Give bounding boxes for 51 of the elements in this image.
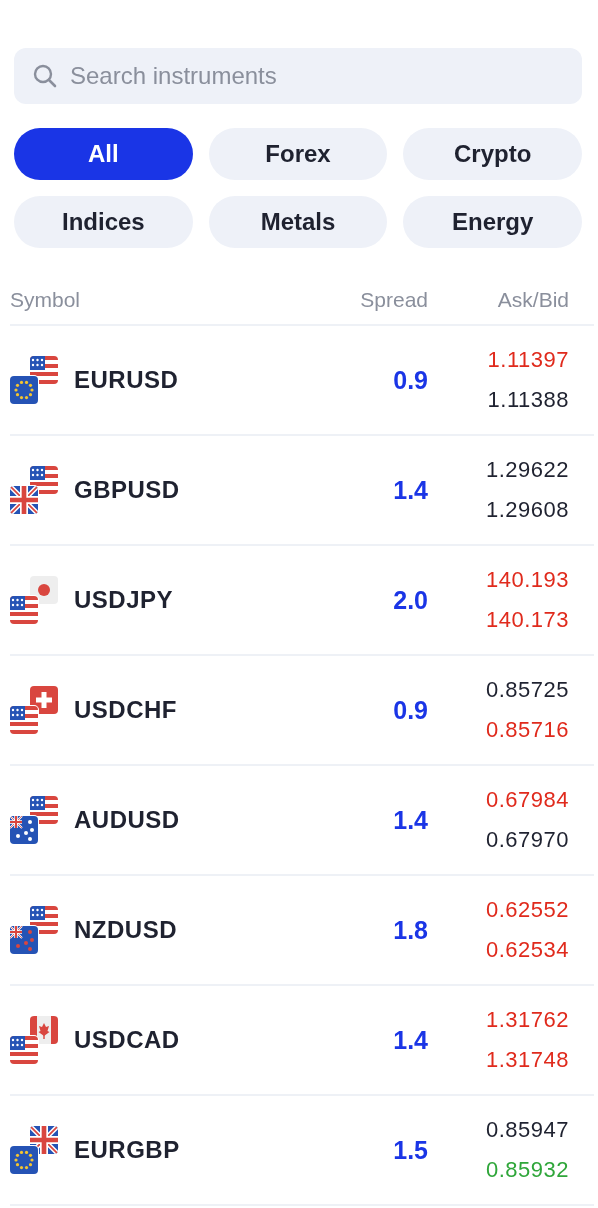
bid-price: 1.31748 (485, 1046, 569, 1074)
filter-tab[interactable]: Energy (403, 196, 582, 248)
bid-price: 140.173 (485, 606, 569, 634)
symbol-name: USDCAD (74, 1026, 180, 1054)
spread-value: 2.0 (392, 585, 428, 615)
ask-price: 1.29622 (485, 456, 569, 484)
filter-tab[interactable]: All (14, 128, 193, 180)
symbol-name: AUDUSD (74, 806, 180, 834)
flags-icon (10, 1126, 58, 1174)
bid-price: 1.29608 (485, 496, 569, 524)
spread-value: 1.4 (392, 1025, 428, 1055)
flags-icon (10, 356, 58, 404)
flags-icon (10, 906, 58, 954)
symbol-name: NZDUSD (74, 916, 177, 944)
bid-price: 0.85932 (485, 1156, 569, 1184)
column-header: Symbol (10, 288, 82, 312)
bid-price: 1.11388 (487, 386, 569, 414)
symbol-name: USDCHF (74, 696, 177, 724)
ask-price: 1.31762 (485, 1006, 569, 1034)
spread-value: 1.4 (392, 805, 428, 835)
filter-tab[interactable]: Indices (14, 196, 193, 248)
flags-icon (10, 1016, 58, 1064)
ask-price: 140.193 (485, 566, 569, 594)
search-icon (32, 63, 58, 89)
search-field[interactable]: Search instruments (14, 48, 582, 104)
bid-price: 0.67970 (485, 826, 569, 854)
flags-icon (10, 796, 58, 844)
bid-price: 0.85716 (485, 716, 569, 744)
column-header: Spread (359, 288, 428, 312)
filter-tab[interactable]: Crypto (403, 128, 582, 180)
ask-price: 0.67984 (485, 786, 569, 814)
symbol-name: EURGBP (74, 1136, 180, 1164)
symbol-name: EURUSD (74, 366, 179, 394)
ask-price: 0.85725 (485, 676, 569, 704)
column-header: Ask/Bid (496, 288, 570, 312)
ask-price: 1.11397 (487, 346, 569, 374)
spread-value: 0.9 (392, 695, 428, 725)
spread-value: 1.5 (392, 1135, 428, 1165)
spread-value: 0.9 (392, 365, 428, 395)
filter-tab[interactable]: Forex (208, 128, 388, 180)
symbol-name: USDJPY (74, 586, 174, 614)
flags-icon (10, 686, 58, 734)
ask-price: 0.62552 (485, 896, 569, 924)
spread-value: 1.4 (392, 475, 428, 505)
filter-tab[interactable]: Metals (208, 196, 388, 248)
flags-icon (10, 576, 58, 624)
ask-price: 0.85947 (485, 1116, 569, 1144)
bid-price: 0.62534 (485, 936, 569, 964)
spread-value: 1.8 (392, 915, 428, 945)
symbol-name: GBPUSD (74, 476, 180, 504)
flags-icon (10, 466, 58, 514)
